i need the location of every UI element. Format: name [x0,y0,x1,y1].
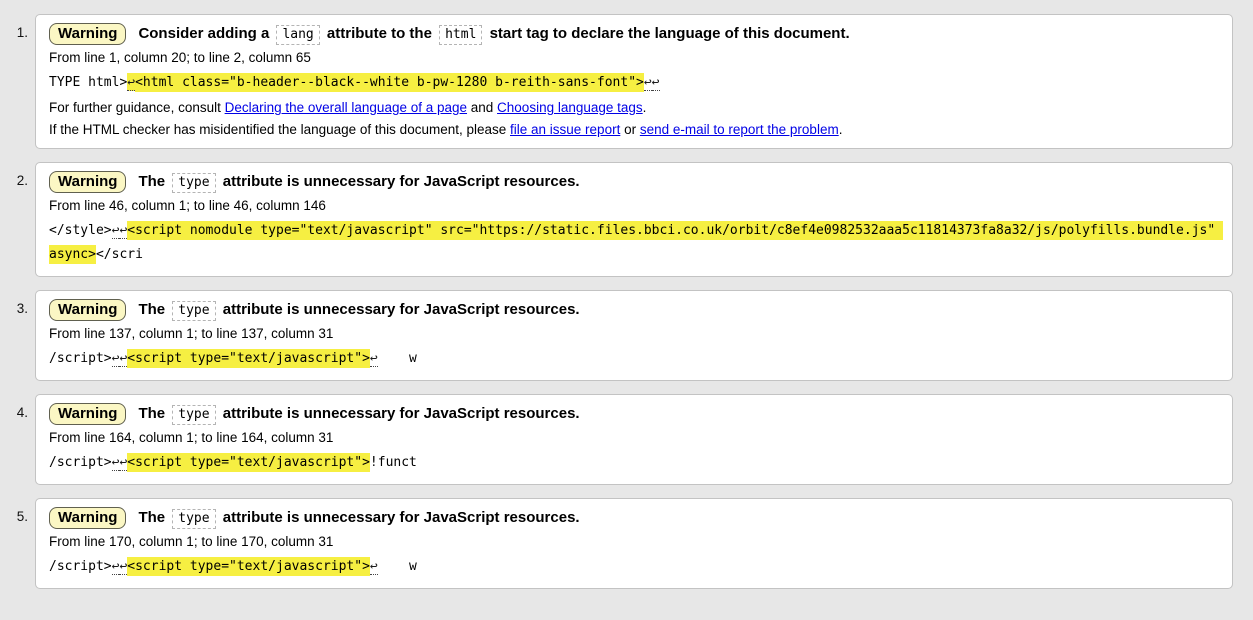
warning-heading: The type attribute is unnecessary for Ja… [138,173,579,190]
line-break-icon: ↩ [370,351,378,367]
warning-badge: Warning [49,171,126,193]
line-break-icon: ↩ [644,75,652,91]
highlighted-code: <script type="text/javascript"> [127,453,370,472]
highlighted-code: <script type="text/javascript"> [127,349,370,368]
guidance-link[interactable]: file an issue report [510,122,620,137]
warning-heading: The type attribute is unnecessary for Ja… [138,405,579,422]
warning-heading-line: Warning The type attribute is unnecessary… [49,299,1219,321]
code-token: html [439,25,482,45]
warning-heading-line: Warning The type attribute is unnecessary… [49,171,1219,193]
warning-location: From line 1, column 20; to line 2, colum… [49,49,1219,67]
warning-location: From line 170, column 1; to line 170, co… [49,533,1219,551]
warning-badge: Warning [49,507,126,529]
line-break-icon: ↩ [370,559,378,575]
guidance-link[interactable]: Declaring the overall language of a page [225,100,467,115]
warning-badge: Warning [49,403,126,425]
warning-heading: The type attribute is unnecessary for Ja… [138,301,579,318]
warning-item: Warning The type attribute is unnecessary… [35,498,1233,589]
highlighted-code: <script nomodule type="text/javascript" … [49,221,1223,264]
warning-item: Warning The type attribute is unnecessary… [35,290,1233,381]
guidance-link[interactable]: send e-mail to report the problem [640,122,839,137]
warning-code-extract: TYPE html>↩<html class="b-header--black-… [49,71,1219,95]
warning-location: From line 137, column 1; to line 137, co… [49,325,1219,343]
warning-location: From line 46, column 1; to line 46, colu… [49,197,1219,215]
highlighted-code: <script type="text/javascript"> [127,557,370,576]
warning-heading: Consider adding a lang attribute to the … [138,25,849,42]
guidance-text: For further guidance, consult Declaring … [49,99,1219,117]
warning-item: Warning The type attribute is unnecessary… [35,162,1233,277]
warning-item: Warning The type attribute is unnecessary… [35,394,1233,485]
line-break-icon: ↩ [127,73,135,91]
code-token: type [172,509,215,529]
code-token: type [172,405,215,425]
highlighted-code: <html class="b-header--black--white b-pw… [135,73,644,92]
code-token: lang [276,25,319,45]
warning-location: From line 164, column 1; to line 164, co… [49,429,1219,447]
warning-heading-line: Warning The type attribute is unnecessary… [49,403,1219,425]
warning-heading-line: Warning Consider adding a lang attribute … [49,23,1219,45]
line-break-icon: ↩ [652,75,660,91]
warning-heading: The type attribute is unnecessary for Ja… [138,509,579,526]
warning-item: Warning Consider adding a lang attribute … [35,14,1233,149]
warning-code-extract: /script>↩↩<script type="text/javascript"… [49,347,1219,371]
code-token: type [172,173,215,193]
warning-badge: Warning [49,299,126,321]
code-token: type [172,301,215,321]
warning-badge: Warning [49,23,126,45]
warning-code-extract: /script>↩↩<script type="text/javascript"… [49,451,1219,475]
guidance-link[interactable]: Choosing language tags [497,100,643,115]
warning-code-extract: </style>↩↩<script nomodule type="text/ja… [49,219,1219,267]
warning-code-extract: /script>↩↩<script type="text/javascript"… [49,555,1219,579]
guidance-text: If the HTML checker has misidentified th… [49,121,1219,139]
warning-heading-line: Warning The type attribute is unnecessary… [49,507,1219,529]
warning-list: Warning Consider adding a lang attribute … [0,14,1233,589]
